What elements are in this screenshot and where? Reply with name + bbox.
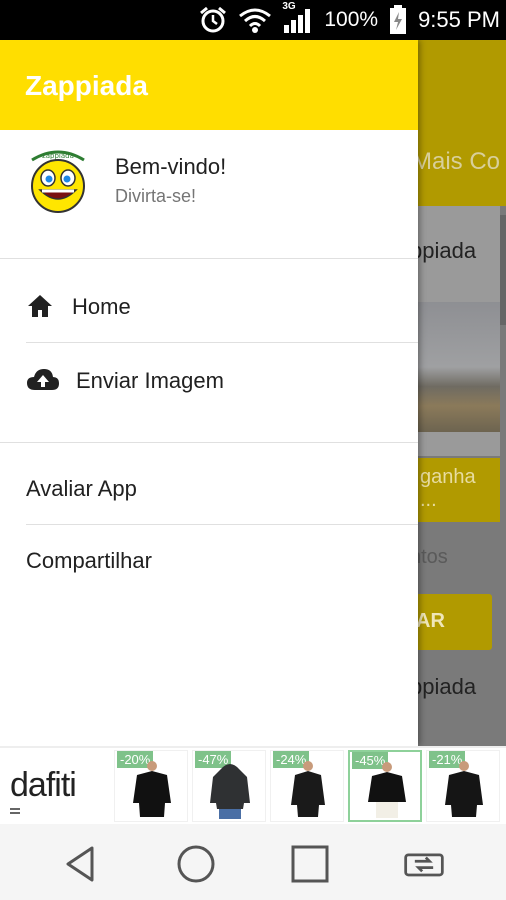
menu-item-label: Enviar Imagem	[76, 368, 224, 393]
battery-charging-icon	[388, 4, 408, 36]
svg-text:zappiada: zappiada	[42, 152, 74, 160]
switch-apps-icon[interactable]	[402, 842, 446, 886]
shirt-icon	[368, 762, 406, 818]
home-circle-icon[interactable]	[174, 842, 218, 886]
navigation-drawer: Zappiada zappiada Bem-vindo! Divirta-se!…	[0, 40, 418, 746]
menu-item-compartilhar[interactable]: Compartilhar	[0, 534, 418, 590]
shirt-icon	[445, 761, 483, 817]
menu-item-avaliar-app[interactable]: Avaliar App	[0, 462, 418, 518]
back-icon[interactable]	[58, 842, 102, 886]
post-image	[410, 302, 500, 432]
post-card: ppiada	[410, 206, 500, 456]
ad-menu-icon	[10, 808, 20, 814]
post-footer-line1: ganha	[420, 466, 476, 488]
network-type: 3G	[282, 1, 296, 12]
signal-icon: 3G	[282, 1, 314, 35]
divider	[0, 442, 418, 443]
divider	[0, 258, 418, 259]
menu-item-label: Compartilhar	[26, 548, 152, 573]
divider	[26, 524, 418, 525]
recents-icon[interactable]	[288, 842, 332, 886]
battery-percent: 100%	[324, 8, 379, 31]
ad-brand-logo[interactable]: dafiti	[10, 766, 77, 805]
ad-product[interactable]: -21%	[426, 750, 500, 822]
post-footer-line2: ...	[420, 489, 437, 511]
clock: 9:55 PM	[418, 7, 500, 32]
smiley-icon: zappiada	[26, 146, 90, 216]
system-nav-bar	[0, 824, 506, 900]
ad-product[interactable]: -20%	[114, 750, 188, 822]
shirt-icon	[291, 761, 325, 817]
user-profile: zappiada Bem-vindo! Divirta-se!	[0, 138, 418, 258]
post-action-button: AR	[412, 594, 492, 650]
status-bar: 3G 100% 9:55 PM	[0, 0, 506, 40]
divider	[26, 342, 418, 343]
drawer-header: Zappiada	[0, 40, 418, 130]
home-icon	[26, 292, 54, 320]
wifi-icon	[238, 6, 272, 34]
menu-item-home[interactable]: Home	[0, 280, 418, 336]
hoodie-icon	[210, 764, 250, 819]
post-title-2: ppiada	[410, 674, 477, 699]
ad-product[interactable]: -47%	[192, 750, 266, 822]
ad-banner[interactable]: dafiti -20% -47% -24% -45% -21%	[0, 746, 506, 824]
ad-product[interactable]: -24%	[270, 750, 344, 822]
app-title: Zappiada	[25, 70, 148, 101]
alarm-icon	[198, 5, 228, 35]
post-footer: ganha ...	[410, 458, 500, 522]
post-title: ppiada	[410, 238, 477, 263]
ad-product-selected[interactable]: -45%	[348, 750, 422, 822]
welcome-text: Bem-vindo!	[115, 154, 227, 179]
welcome-subtitle: Divirta-se!	[115, 186, 197, 206]
menu-item-label: Home	[72, 294, 131, 319]
scrollbar	[500, 215, 506, 325]
menu-item-label: Avaliar App	[26, 476, 137, 501]
tab-label: Mais Co	[412, 148, 501, 175]
menu-item-enviar-imagem[interactable]: Enviar Imagem	[0, 354, 418, 410]
shirt-icon	[133, 761, 171, 817]
cloud-upload-icon	[26, 366, 60, 394]
